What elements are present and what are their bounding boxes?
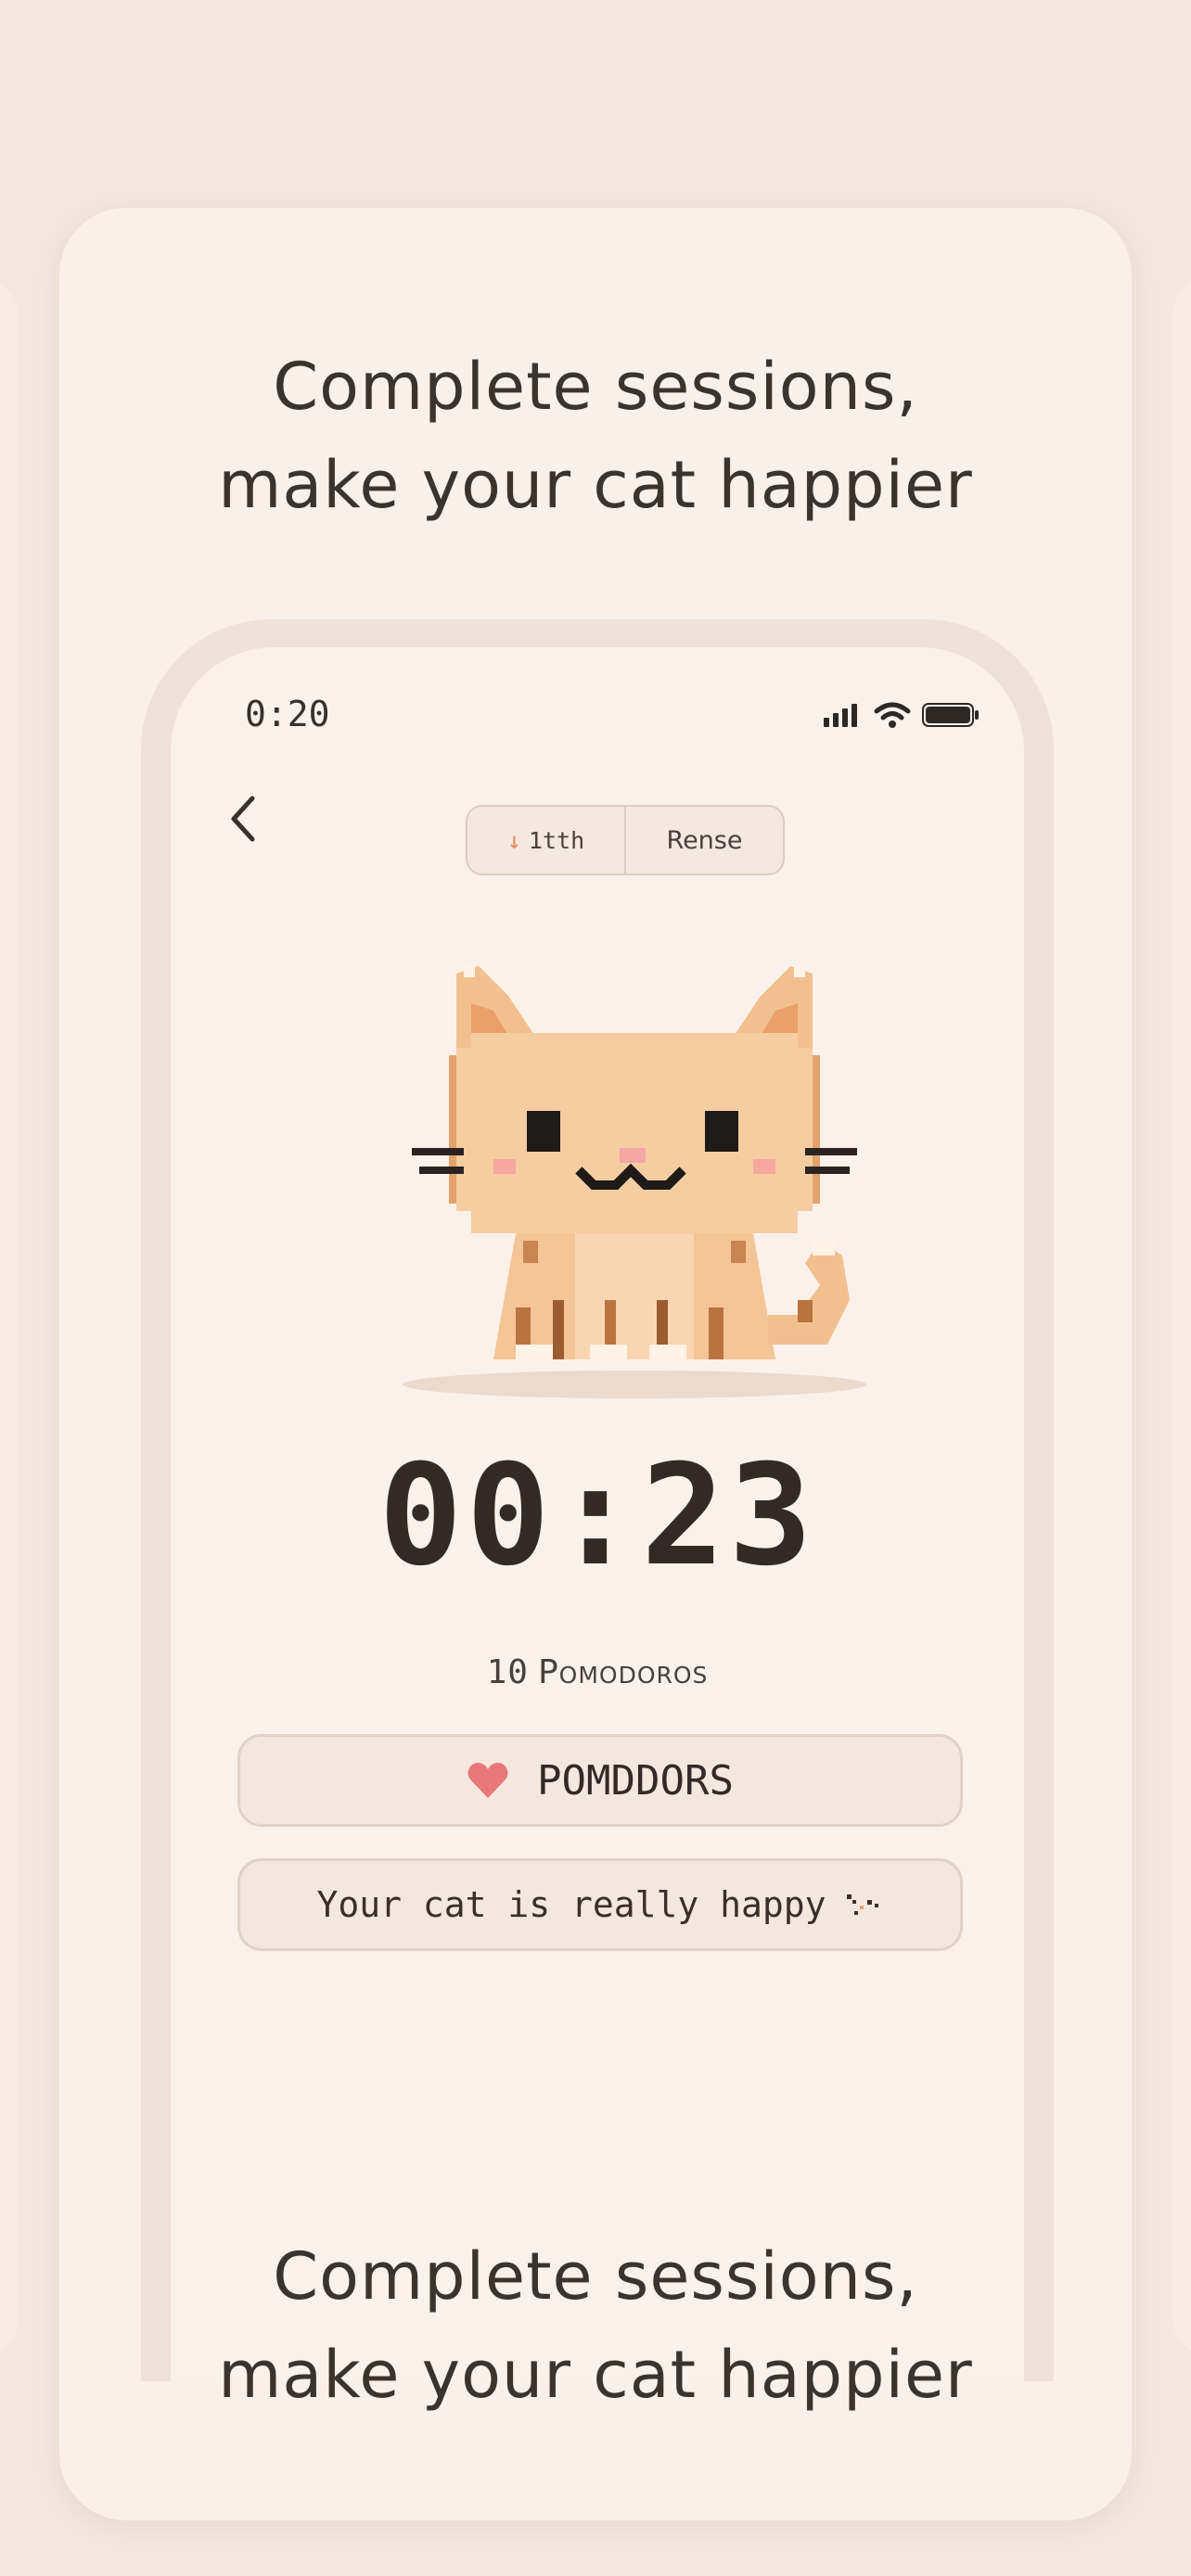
- headline-bottom: Complete sessions, make your cat happier: [59, 2227, 1132, 2424]
- cat-mood-text: Your cat is really happy: [316, 1884, 826, 1925]
- headline-top: Complete sessions, make your cat happier: [59, 338, 1132, 534]
- headline-top-line2: make your cat happier: [218, 447, 973, 523]
- adjacent-card-right: [1172, 278, 1191, 2355]
- promo-card: Complete sessions, make your cat happier…: [59, 208, 1132, 2520]
- pomodoro-count: 10 Pomodoros: [171, 1653, 1024, 1691]
- phone-mockup: 0:20 ↓ 1tth Rense 00:23 10 Pomodoros POM…: [141, 619, 1054, 2381]
- headline-bottom-line1: Complete sessions,: [273, 2238, 918, 2315]
- sparkle-icon: [846, 1894, 878, 1915]
- heart-icon: [467, 1763, 508, 1798]
- segment-rense-label: Rense: [666, 825, 743, 855]
- segmented-control: ↓ 1tth Rense: [466, 805, 785, 875]
- timer-display: 00:23: [378, 1435, 816, 1597]
- headline-top-line1: Complete sessions,: [273, 349, 918, 425]
- status-time: 0:20: [245, 694, 330, 734]
- signal-icon: [824, 704, 857, 727]
- status-icons: [822, 701, 980, 729]
- segment-sort-label: 1tth: [528, 826, 585, 854]
- pomodoro-count-number: 10: [486, 1653, 529, 1691]
- pomodoros-button-label: POMDDORS: [537, 1756, 734, 1804]
- cat-mood-status: Your cat is really happy: [237, 1858, 963, 1951]
- wifi-icon: [874, 702, 911, 728]
- back-button[interactable]: [215, 786, 271, 851]
- pomodoros-button[interactable]: POMDDORS: [237, 1734, 963, 1827]
- segment-rense[interactable]: Rense: [626, 807, 783, 874]
- battery-icon: [922, 703, 979, 727]
- segment-sort[interactable]: ↓ 1tth: [467, 807, 626, 874]
- adjacent-card-left: [0, 278, 19, 2355]
- pomodoro-count-label: Pomodoros: [537, 1653, 709, 1691]
- sort-arrow-icon: ↓: [506, 826, 521, 854]
- phone-screen: 0:20 ↓ 1tth Rense 00:23 10 Pomodoros POM…: [171, 647, 1024, 2381]
- pixel-cat-illustration: [412, 966, 857, 1359]
- headline-bottom-line2: make your cat happier: [218, 2337, 973, 2413]
- chevron-left-icon: [231, 796, 255, 842]
- cat-shadow: [403, 1371, 866, 1398]
